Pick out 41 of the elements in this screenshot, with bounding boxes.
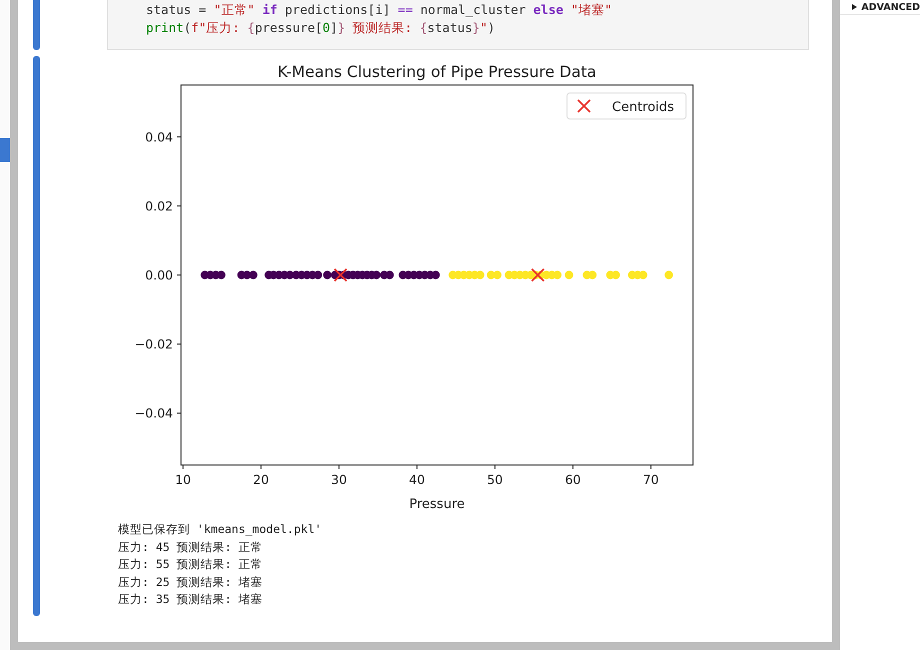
data-point	[564, 270, 574, 280]
data-point	[385, 270, 394, 280]
data-point	[431, 270, 440, 280]
code-cell[interactable]: status = "正常" if predictions[i] == normal_cluster else "堵塞" print(f"压力: {pressure[0]} 预测结果: {status}")	[107, 0, 809, 50]
y-tick-label: −0.04	[134, 406, 173, 421]
data-point	[476, 270, 484, 280]
x-tick-label: 70	[642, 472, 659, 487]
legend-label: Centroids	[612, 100, 674, 115]
data-point	[493, 270, 502, 280]
output-line: 压力: 35 预测结果: 堵塞	[117, 591, 264, 608]
x-tick-label: 50	[486, 472, 503, 487]
cell-indicator	[33, 0, 40, 50]
x-tick-label: 20	[253, 472, 269, 487]
data-point	[612, 270, 620, 280]
output-line: 模型已保存到 'kmeans_model.pkl'	[117, 521, 323, 538]
data-point	[314, 270, 322, 280]
section-title[interactable]: ADVANCED	[861, 2, 920, 12]
output-line: 压力: 25 预测结果: 堵塞	[117, 574, 264, 590]
x-tick-label: 30	[331, 472, 347, 487]
y-tick-label: −0.02	[134, 336, 173, 352]
y-tick-label: 0.02	[145, 198, 173, 214]
expand-arrow-icon	[852, 4, 858, 10]
x-tick-label: 40	[409, 472, 425, 487]
data-point	[664, 270, 674, 280]
x-tick-label: 10	[175, 472, 191, 487]
x-axis-label: Pressure	[409, 497, 465, 512]
data-point	[588, 270, 597, 280]
y-tick-label: 0.00	[145, 268, 173, 282]
sidebar-marker	[0, 138, 10, 162]
chart-title: K-Means Clustering of Pipe Pressure Data	[278, 63, 596, 81]
y-tick-label: 0.04	[145, 129, 173, 144]
output-line: 压力: 55 预测结果: 正常	[117, 556, 264, 573]
x-tick-label: 60	[564, 472, 581, 487]
output-line: 压力: 45 预测结果: 正常	[117, 538, 264, 556]
data-point	[217, 270, 226, 280]
data-point	[323, 270, 332, 280]
data-point	[638, 270, 648, 280]
data-point	[553, 270, 562, 280]
data-point	[372, 270, 381, 280]
legend-cross-icon	[577, 99, 591, 113]
data-point	[249, 270, 258, 280]
